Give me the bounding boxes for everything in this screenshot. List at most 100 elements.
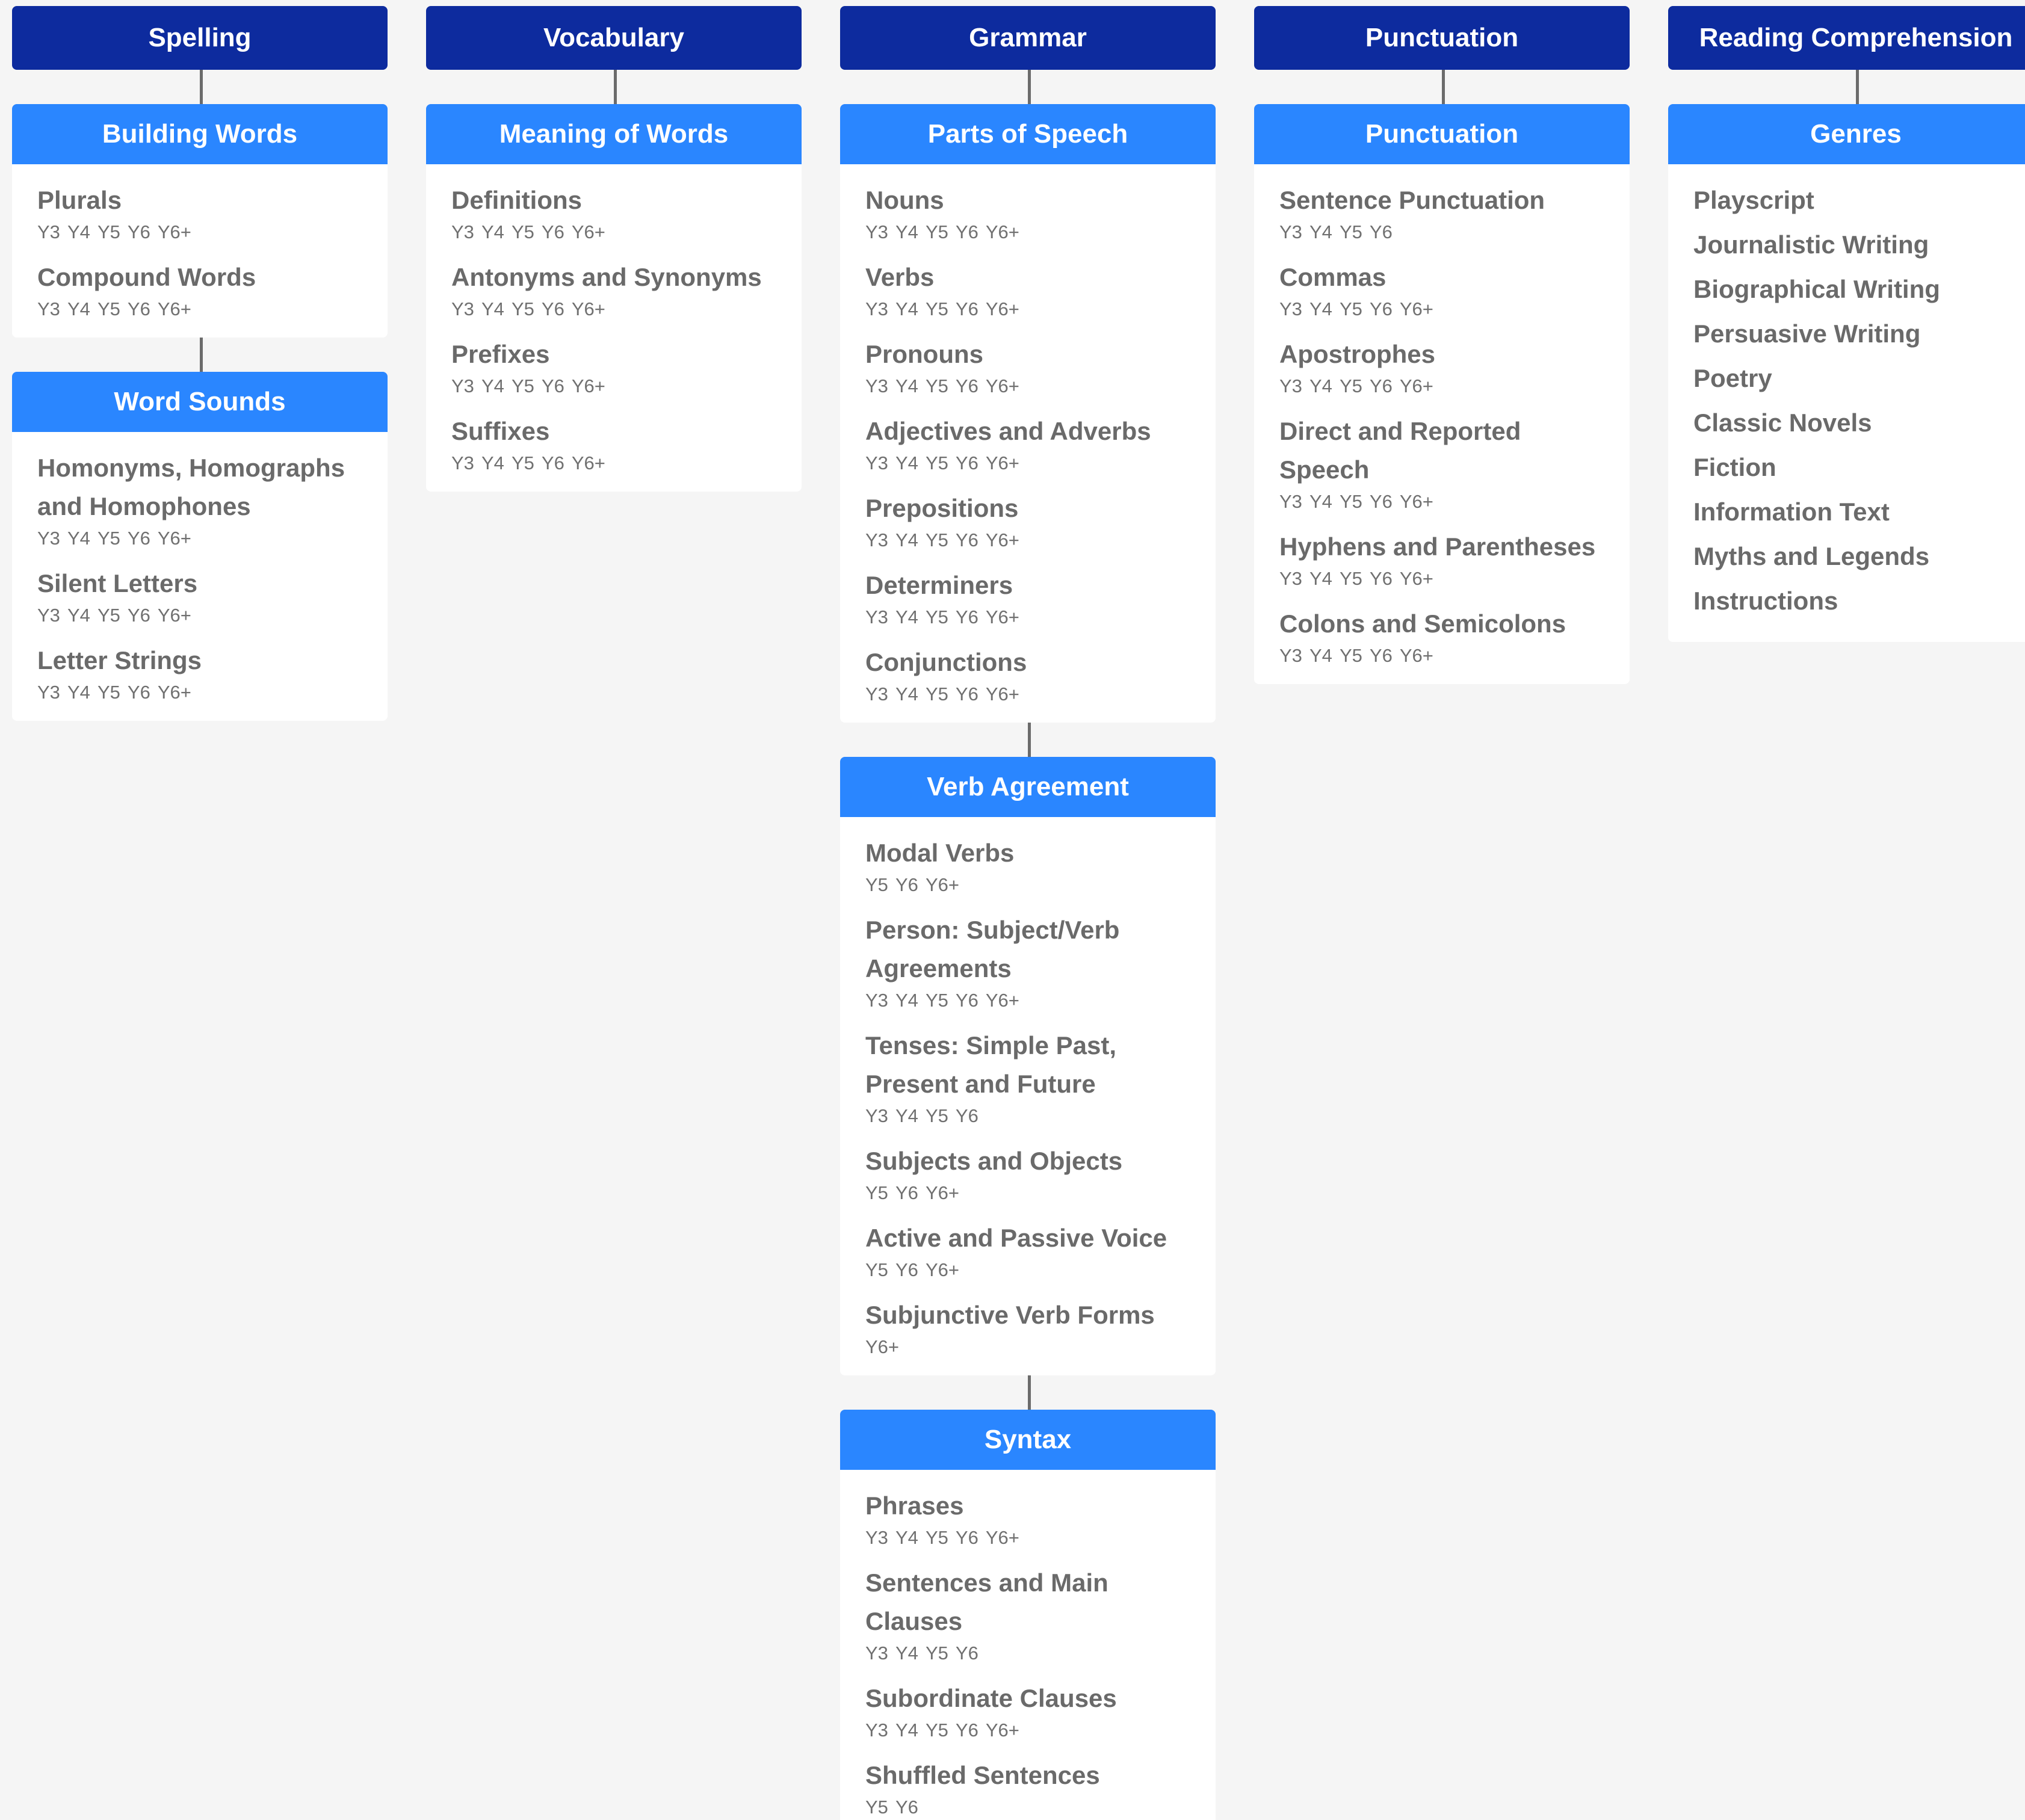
topic-item[interactable]: Phrases Y3 Y4 Y5 Y6 Y6+ <box>865 1487 1190 1550</box>
topic-item[interactable]: Myths and Legends <box>1693 537 2018 576</box>
topic-item[interactable]: Classic Novels <box>1693 404 2018 442</box>
card-header-meaning-of-words[interactable]: Meaning of Words <box>426 104 802 164</box>
topic-item[interactable]: Homonyms, Homographs and Homophones Y3 Y… <box>37 449 362 551</box>
topic-item[interactable]: Colons and Semicolons Y3 Y4 Y5 Y6 Y6+ <box>1279 605 1604 668</box>
topic-item[interactable]: Determiners Y3 Y4 Y5 Y6 Y6+ <box>865 566 1190 630</box>
card-word-sounds: Word Sounds Homonyms, Homographs and Hom… <box>12 372 388 721</box>
topic-item[interactable]: Plurals Y3 Y4 Y5 Y6 Y6+ <box>37 181 362 245</box>
topic-item[interactable]: Biographical Writing <box>1693 270 2018 309</box>
topic-item[interactable]: Sentences and Main Clauses Y3 Y4 Y5 Y6 <box>865 1564 1190 1666</box>
topic-title: Information Text <box>1693 498 1890 526</box>
card-header-word-sounds[interactable]: Word Sounds <box>12 372 388 432</box>
topic-title: Direct and Reported Speech <box>1279 417 1521 484</box>
topic-title: Biographical Writing <box>1693 275 1940 303</box>
column-spelling: Spelling Building Words Plurals Y3 Y4 Y5… <box>12 6 388 721</box>
card-header-genres[interactable]: Genres <box>1668 104 2025 164</box>
card-header-punctuation[interactable]: Punctuation <box>1254 104 1630 164</box>
topic-item[interactable]: Letter Strings Y3 Y4 Y5 Y6 Y6+ <box>37 641 362 705</box>
topic-item[interactable]: Sentence Punctuation Y3 Y4 Y5 Y6 <box>1279 181 1604 245</box>
topic-years: Y3 Y4 Y5 Y6 Y6+ <box>451 452 605 474</box>
topic-item[interactable]: Prepositions Y3 Y4 Y5 Y6 Y6+ <box>865 489 1190 553</box>
card-header-building-words[interactable]: Building Words <box>12 104 388 164</box>
topic-item[interactable]: Persuasive Writing <box>1693 315 2018 353</box>
topic-title: Subordinate Clauses <box>865 1684 1117 1712</box>
column-reading-comprehension: Reading Comprehension Genres Playscript … <box>1668 6 2025 642</box>
topic-years: Y3 Y4 Y5 Y6 Y6+ <box>865 606 1019 628</box>
card-syntax: Syntax Phrases Y3 Y4 Y5 Y6 Y6+ Sentences… <box>840 1410 1216 1820</box>
topic-title: Modal Verbs <box>865 839 1015 867</box>
topic-title: Prefixes <box>451 340 550 368</box>
card-body: Plurals Y3 Y4 Y5 Y6 Y6+ Compound Words Y… <box>12 164 388 338</box>
topic-years: Y3 Y4 Y5 Y6 Y6+ <box>865 452 1019 474</box>
column-header-vocabulary[interactable]: Vocabulary <box>426 6 802 70</box>
topic-item[interactable]: Subjunctive Verb Forms Y6+ <box>865 1296 1190 1360</box>
topic-years: Y3 Y4 Y5 Y6 <box>865 1105 978 1126</box>
topic-item[interactable]: Modal Verbs Y5 Y6 Y6+ <box>865 834 1190 898</box>
topic-item[interactable]: Prefixes Y3 Y4 Y5 Y6 Y6+ <box>451 335 776 399</box>
card-header-parts-of-speech[interactable]: Parts of Speech <box>840 104 1216 164</box>
topic-title: Plurals <box>37 186 122 214</box>
card-body: Playscript Journalistic Writing Biograph… <box>1668 164 2025 642</box>
column-header-punctuation[interactable]: Punctuation <box>1254 6 1630 70</box>
topic-title: Hyphens and Parentheses <box>1279 532 1596 561</box>
card-header-verb-agreement[interactable]: Verb Agreement <box>840 757 1216 817</box>
topic-title: Commas <box>1279 263 1387 291</box>
topic-years: Y3 Y4 Y5 Y6 Y6+ <box>1279 491 1433 512</box>
topic-title: Fiction <box>1693 453 1776 481</box>
column-header-spelling[interactable]: Spelling <box>12 6 388 70</box>
topic-item[interactable]: Direct and Reported Speech Y3 Y4 Y5 Y6 Y… <box>1279 412 1604 514</box>
topic-title: Silent Letters <box>37 569 198 597</box>
topic-years: Y3 Y4 Y5 Y6 Y6+ <box>865 1720 1019 1741</box>
topic-item[interactable]: Tenses: Simple Past, Present and Future … <box>865 1026 1190 1129</box>
topic-item[interactable]: Fiction <box>1693 448 2018 487</box>
topic-item[interactable]: Poetry <box>1693 359 2018 398</box>
column-punctuation: Punctuation Punctuation Sentence Punctua… <box>1254 6 1630 684</box>
topic-years: Y5 Y6 Y6+ <box>865 1259 959 1280</box>
topic-title: Conjunctions <box>865 648 1027 676</box>
topic-title: Persuasive Writing <box>1693 319 1921 348</box>
topic-item[interactable]: Hyphens and Parentheses Y3 Y4 Y5 Y6 Y6+ <box>1279 528 1604 591</box>
topic-years: Y3 Y4 Y5 Y6 <box>865 1643 978 1664</box>
topic-item[interactable]: Active and Passive Voice Y5 Y6 Y6+ <box>865 1219 1190 1283</box>
topic-item[interactable]: Compound Words Y3 Y4 Y5 Y6 Y6+ <box>37 258 362 322</box>
topic-item[interactable]: Nouns Y3 Y4 Y5 Y6 Y6+ <box>865 181 1190 245</box>
connector-line <box>1028 723 1031 757</box>
topic-item[interactable]: Subordinate Clauses Y3 Y4 Y5 Y6 Y6+ <box>865 1679 1190 1743</box>
topic-title: Apostrophes <box>1279 340 1436 368</box>
topic-title: Shuffled Sentences <box>865 1761 1100 1789</box>
card-header-syntax[interactable]: Syntax <box>840 1410 1216 1470</box>
topic-years: Y5 Y6 <box>865 1797 918 1818</box>
topic-item[interactable]: Pronouns Y3 Y4 Y5 Y6 Y6+ <box>865 335 1190 399</box>
topic-item[interactable]: Conjunctions Y3 Y4 Y5 Y6 Y6+ <box>865 643 1190 707</box>
topic-item[interactable]: Shuffled Sentences Y5 Y6 <box>865 1756 1190 1820</box>
topic-years: Y6+ <box>865 1336 900 1357</box>
column-vocabulary: Vocabulary Meaning of Words Definitions … <box>426 6 802 492</box>
topic-item[interactable]: Suffixes Y3 Y4 Y5 Y6 Y6+ <box>451 412 776 476</box>
topic-item[interactable]: Definitions Y3 Y4 Y5 Y6 Y6+ <box>451 181 776 245</box>
connector-line <box>200 70 203 104</box>
topic-years: Y3 Y4 Y5 Y6 Y6+ <box>451 375 605 396</box>
topic-item[interactable]: Person: Subject/Verb Agreements Y3 Y4 Y5… <box>865 911 1190 1013</box>
topic-item[interactable]: Playscript <box>1693 181 2018 220</box>
card-punctuation: Punctuation Sentence Punctuation Y3 Y4 Y… <box>1254 104 1630 684</box>
topic-item[interactable]: Commas Y3 Y4 Y5 Y6 Y6+ <box>1279 258 1604 322</box>
topic-item[interactable]: Subjects and Objects Y5 Y6 Y6+ <box>865 1142 1190 1206</box>
topic-years: Y3 Y4 Y5 Y6 <box>1279 221 1393 242</box>
topic-title: Sentence Punctuation <box>1279 186 1545 214</box>
connector-line <box>1856 70 1859 104</box>
topic-item[interactable]: Apostrophes Y3 Y4 Y5 Y6 Y6+ <box>1279 335 1604 399</box>
topic-item[interactable]: Silent Letters Y3 Y4 Y5 Y6 Y6+ <box>37 564 362 628</box>
topic-title: Tenses: Simple Past, Present and Future <box>865 1031 1117 1098</box>
topic-item[interactable]: Adjectives and Adverbs Y3 Y4 Y5 Y6 Y6+ <box>865 412 1190 476</box>
topic-years: Y3 Y4 Y5 Y6 Y6+ <box>37 298 191 319</box>
topic-item[interactable]: Antonyms and Synonyms Y3 Y4 Y5 Y6 Y6+ <box>451 258 776 322</box>
topic-item[interactable]: Verbs Y3 Y4 Y5 Y6 Y6+ <box>865 258 1190 322</box>
topic-item[interactable]: Instructions <box>1693 582 2018 620</box>
column-header-reading-comprehension[interactable]: Reading Comprehension <box>1668 6 2025 70</box>
column-header-grammar[interactable]: Grammar <box>840 6 1216 70</box>
topic-item[interactable]: Journalistic Writing <box>1693 226 2018 264</box>
card-verb-agreement: Verb Agreement Modal Verbs Y5 Y6 Y6+ Per… <box>840 757 1216 1375</box>
card-body: Nouns Y3 Y4 Y5 Y6 Y6+ Verbs Y3 Y4 Y5 Y6 … <box>840 164 1216 723</box>
topic-item[interactable]: Information Text <box>1693 493 2018 531</box>
card-parts-of-speech: Parts of Speech Nouns Y3 Y4 Y5 Y6 Y6+ Ve… <box>840 104 1216 723</box>
